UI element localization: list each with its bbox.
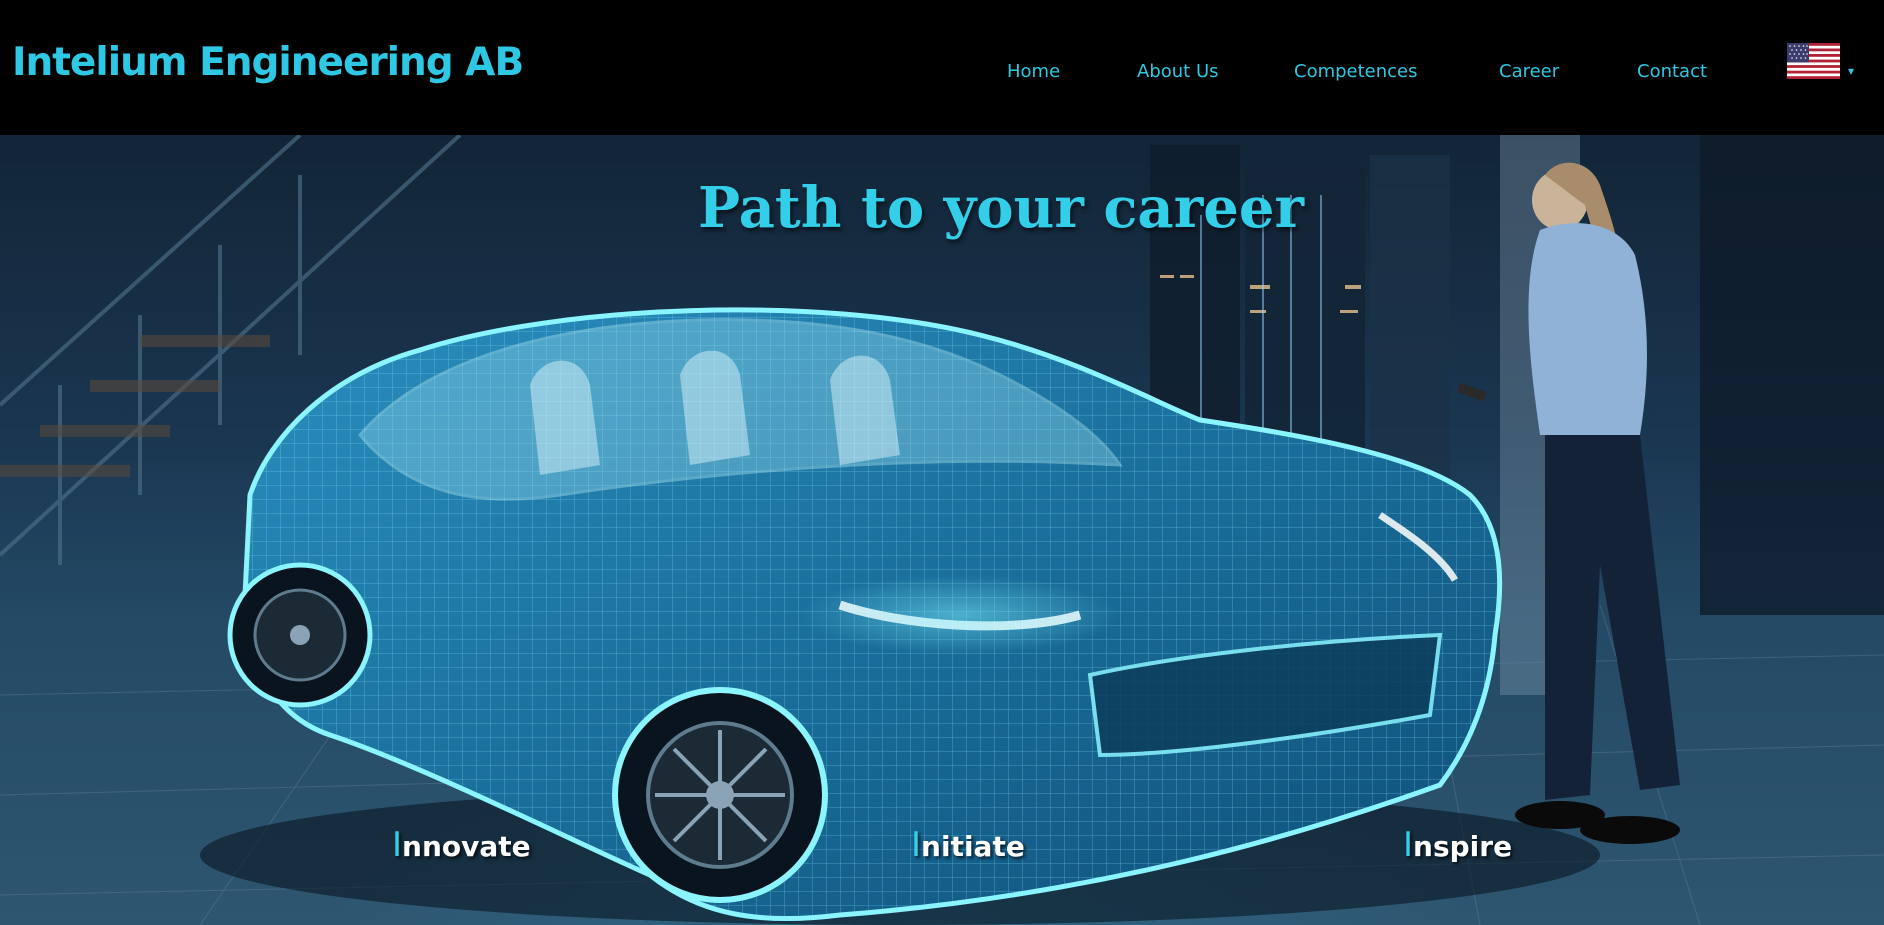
pillar-initial: I xyxy=(392,825,403,865)
hero-title: Path to your career xyxy=(698,175,1304,241)
brand-logo-text[interactable]: Intelium Engineering AB xyxy=(12,40,524,85)
pillar-rest: nitiate xyxy=(921,830,1025,863)
pillar-initial: I xyxy=(911,825,922,865)
pillar-innovate: Innovate xyxy=(392,825,531,865)
nav-contact[interactable]: Contact xyxy=(1637,61,1707,82)
pillar-rest: nspire xyxy=(1413,830,1513,863)
site-header: Intelium Engineering AB Home About Us Co… xyxy=(0,0,1884,135)
hero-banner: Path to your career Innovate Initiate In… xyxy=(0,135,1884,925)
nav-competences[interactable]: Competences xyxy=(1294,61,1418,82)
nav-career[interactable]: Career xyxy=(1499,61,1559,82)
us-flag-icon[interactable] xyxy=(1787,43,1840,79)
hero-background-image xyxy=(0,135,1884,925)
pillar-rest: nnovate xyxy=(402,830,531,863)
language-dropdown-caret-icon[interactable]: ▾ xyxy=(1848,64,1854,78)
pillar-initial: I xyxy=(1403,825,1414,865)
pillar-initiate: Initiate xyxy=(911,825,1025,865)
nav-about-us[interactable]: About Us xyxy=(1137,61,1219,82)
pillar-inspire: Inspire xyxy=(1403,825,1512,865)
nav-home[interactable]: Home xyxy=(1007,61,1060,82)
